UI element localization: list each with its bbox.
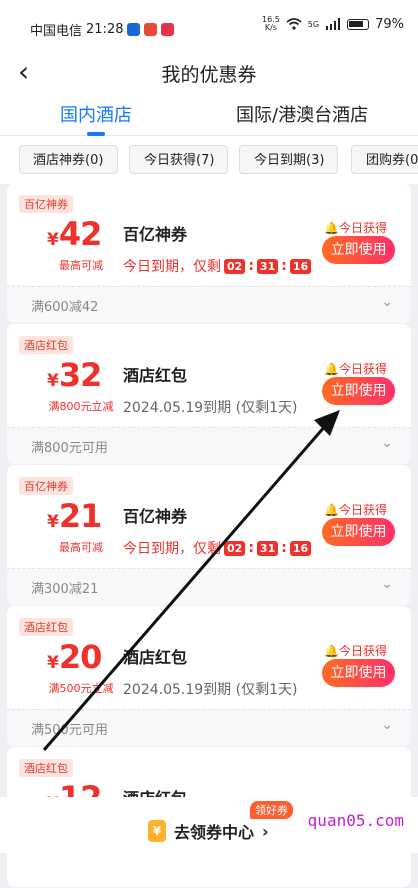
annotation-arrow xyxy=(42,410,340,751)
chevron-right-icon: › xyxy=(262,821,269,841)
promo-tag: 领好券 xyxy=(250,801,293,819)
coupon-center-link[interactable]: ¥ 去领券中心 › xyxy=(148,819,269,843)
coupon-center-icon: ¥ xyxy=(148,820,166,842)
watermark: quan05.com xyxy=(307,811,404,830)
